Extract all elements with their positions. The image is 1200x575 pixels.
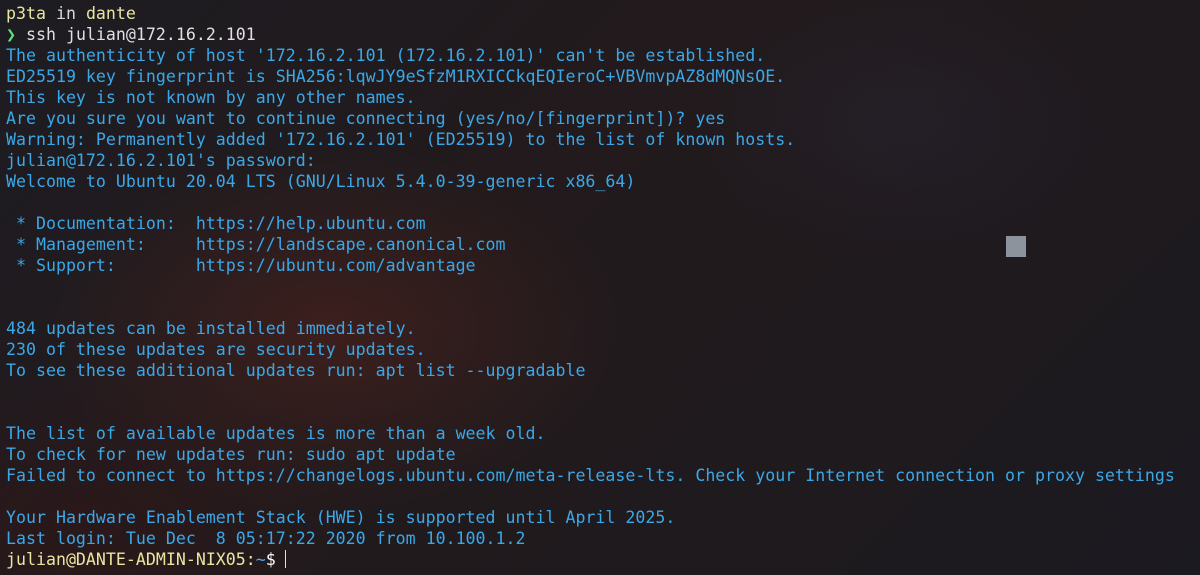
header-user: p3ta: [6, 4, 46, 23]
output-line: Are you sure you want to continue connec…: [6, 109, 726, 128]
output-line: Last login: Tue Dec 8 05:17:22 2020 from…: [6, 529, 526, 548]
output-line: Warning: Permanently added '172.16.2.101…: [6, 130, 796, 149]
output-line: Failed to connect to https://changelogs.…: [6, 466, 1175, 485]
terminal-window[interactable]: p3ta in dante ❯ ssh julian@172.16.2.101 …: [6, 3, 1196, 570]
prompt-arrow-icon: ❯: [6, 25, 16, 44]
shell-header: p3ta in dante: [6, 3, 1196, 24]
prompt-path: ~: [255, 550, 266, 569]
remote-shell-prompt[interactable]: julian@DANTE-ADMIN-NIX05:~$: [6, 549, 1196, 570]
output-line: Welcome to Ubuntu 20.04 LTS (GNU/Linux 5…: [6, 172, 636, 191]
header-dir: dante: [85, 4, 136, 23]
output-line: To check for new updates run: sudo apt u…: [6, 445, 456, 464]
output-line: 484 updates can be installed immediately…: [6, 319, 416, 338]
prompt-dollar: $: [265, 550, 276, 569]
output-line: * Support: https://ubuntu.com/advantage: [6, 256, 476, 275]
text-caret: [284, 550, 286, 568]
output-line: The authenticity of host '172.16.2.101 (…: [6, 46, 766, 65]
output-line: Your Hardware Enablement Stack (HWE) is …: [6, 508, 676, 527]
prompt-separator: :: [245, 550, 256, 569]
mouse-cursor-block: [1006, 236, 1026, 257]
output-line: * Documentation: https://help.ubuntu.com: [6, 214, 426, 233]
output-line: The list of available updates is more th…: [6, 424, 546, 443]
header-in-label: in: [45, 4, 86, 23]
output-line: 230 of these updates are security update…: [6, 340, 426, 359]
output-line: ED25519 key fingerprint is SHA256:lqwJY9…: [6, 67, 786, 86]
prompt-user-host: julian@DANTE-ADMIN-NIX05: [6, 550, 246, 569]
output-line: This key is not known by any other names…: [6, 88, 416, 107]
command-line: ❯ ssh julian@172.16.2.101: [6, 24, 1196, 45]
ssh-command: ssh julian@172.16.2.101: [16, 25, 256, 44]
output-line: To see these additional updates run: apt…: [6, 361, 586, 380]
output-line: julian@172.16.2.101's password:: [6, 151, 316, 170]
